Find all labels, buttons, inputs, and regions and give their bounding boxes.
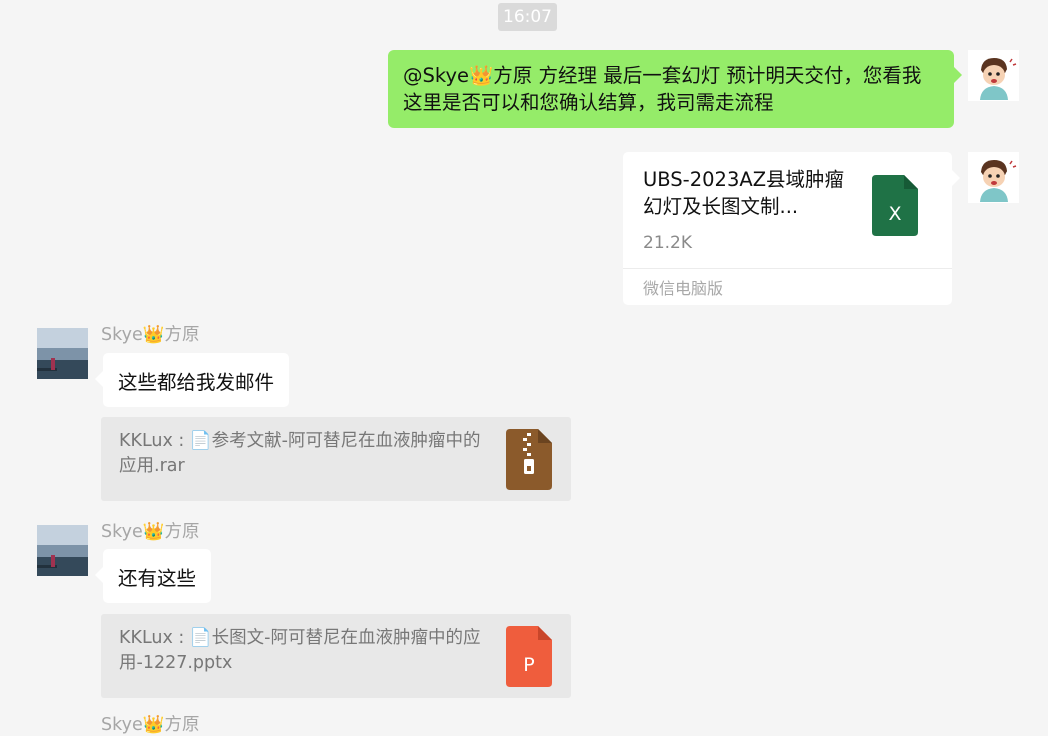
- file-size: 21.2K: [643, 233, 692, 253]
- incoming-text-bubble[interactable]: 这些都给我发邮件: [103, 353, 290, 407]
- sender-name: Skye👑方原: [101, 715, 200, 735]
- message-timestamp: 16:07: [498, 3, 557, 31]
- sender-name: Skye👑方原: [101, 522, 200, 542]
- svg-text:P: P: [523, 654, 534, 676]
- cartoon-avatar-icon: [968, 50, 1019, 101]
- svg-text:X: X: [888, 203, 901, 225]
- file-source: 微信电脑版: [643, 279, 724, 298]
- incoming-text-bubble[interactable]: 还有这些: [103, 549, 212, 603]
- outgoing-file-card[interactable]: UBS-2023AZ县域肿瘤幻灯及长图文制... 21.2K X 微信电脑版: [623, 152, 952, 305]
- sender-name: Skye👑方原: [101, 325, 200, 345]
- incoming-bubble-tail: [95, 567, 103, 583]
- quoted-text: KKLux : 📄长图文-阿可替尼在血液肿瘤中的应用-1227.pptx: [119, 628, 481, 673]
- cartoon-avatar-icon: [968, 152, 1019, 203]
- quoted-message[interactable]: KKLux : 📄长图文-阿可替尼在血液肿瘤中的应用-1227.pptx P: [101, 614, 571, 698]
- my-avatar[interactable]: [968, 50, 1019, 101]
- outgoing-text-bubble[interactable]: @Skye👑方原 方经理 最后一套幻灯 预计明天交付，您看我这里是否可以和您确认…: [388, 50, 954, 128]
- outgoing-text: @Skye👑方原 方经理 最后一套幻灯 预计明天交付，您看我这里是否可以和您确认…: [403, 64, 922, 114]
- excel-file-icon: X: [872, 175, 918, 240]
- file-card-divider: [623, 268, 952, 269]
- seaside-photo-icon: [37, 328, 88, 379]
- rar-archive-icon: [506, 429, 552, 494]
- file-name: UBS-2023AZ县域肿瘤幻灯及长图文制...: [643, 168, 845, 218]
- skye-avatar[interactable]: [37, 525, 88, 576]
- outgoing-bubble-tail: [954, 67, 962, 83]
- powerpoint-file-icon: P: [506, 626, 552, 691]
- incoming-text: 还有这些: [118, 566, 197, 590]
- incoming-text: 这些都给我发邮件: [118, 370, 275, 394]
- seaside-photo-icon: [37, 525, 88, 576]
- quoted-message[interactable]: KKLux : 📄参考文献-阿可替尼在血液肿瘤中的应用.rar: [101, 417, 571, 501]
- skye-avatar[interactable]: [37, 328, 88, 379]
- quoted-text: KKLux : 📄参考文献-阿可替尼在血液肿瘤中的应用.rar: [119, 431, 481, 476]
- my-avatar[interactable]: [968, 152, 1019, 203]
- incoming-bubble-tail: [95, 371, 103, 387]
- file-card-tail: [952, 170, 960, 186]
